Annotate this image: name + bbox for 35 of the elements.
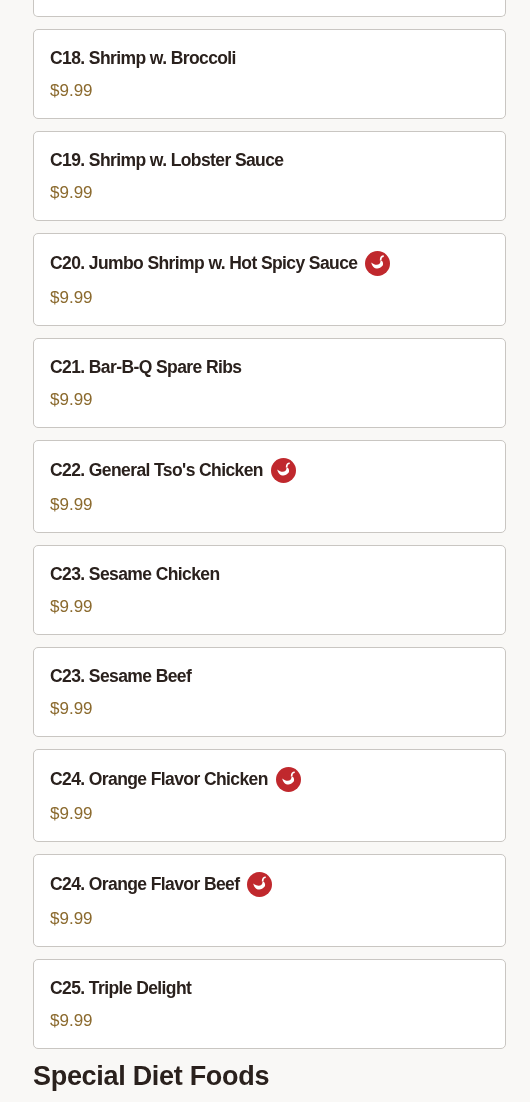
- item-price: $9.99: [50, 803, 94, 825]
- chili-pepper-icon: [365, 251, 391, 276]
- chili-pepper-icon: [270, 458, 296, 483]
- item-price: $9.99: [50, 596, 94, 618]
- menu-item-card[interactable]: C22. General Tso's Chicken $9.99: [33, 440, 506, 533]
- menu-item-card[interactable]: C25. Triple Delight $9.99: [33, 959, 506, 1049]
- item-price: $9.99: [50, 80, 94, 102]
- menu-item-card[interactable]: C18. Shrimp w. Broccoli $9.99: [33, 29, 506, 119]
- item-name: C19. Shrimp w. Lobster Sauce: [50, 149, 284, 171]
- menu-item-card[interactable]: C23. Sesame Beef $9.99: [33, 647, 506, 737]
- item-price: $9.99: [50, 908, 94, 930]
- item-name: C24. Orange Flavor Chicken: [50, 769, 268, 790]
- menu-item-card[interactable]: C21. Bar-B-Q Spare Ribs $9.99: [33, 338, 506, 428]
- item-price: $9.99: [50, 182, 94, 204]
- section-heading: Special Diet Foods: [33, 1061, 271, 1091]
- item-price: $9.99: [50, 1010, 94, 1032]
- item-name: C22. General Tso's Chicken: [50, 460, 263, 481]
- menu-item-card[interactable]: C20. Jumbo Shrimp w. Hot Spicy Sauce $9.99: [33, 233, 506, 326]
- menu-item-card[interactable]: C24. Orange Flavor Beef $9.99: [33, 854, 506, 947]
- item-price: $9.99: [50, 494, 94, 516]
- item-name: C24. Orange Flavor Beef: [50, 874, 240, 895]
- menu-item-card[interactable]: C23. Sesame Chicken $9.99: [33, 545, 506, 635]
- item-name: C21. Bar-B-Q Spare Ribs: [50, 356, 242, 378]
- chili-pepper-icon: [247, 872, 273, 897]
- item-price: $9.99: [50, 389, 94, 411]
- item-name: C23. Sesame Beef: [50, 665, 192, 687]
- item-name: C25. Triple Delight: [50, 977, 192, 999]
- item-price: $9.99: [50, 698, 94, 720]
- item-name: C23. Sesame Chicken: [50, 563, 220, 585]
- menu-item-card[interactable]: C24. Orange Flavor Chicken $9.99: [33, 749, 506, 842]
- menu-item-card[interactable]: C19. Shrimp w. Lobster Sauce $9.99: [33, 131, 506, 221]
- item-price: $9.99: [50, 287, 94, 309]
- chili-pepper-icon: [275, 767, 301, 792]
- item-name: C20. Jumbo Shrimp w. Hot Spicy Sauce: [50, 253, 358, 274]
- item-name: C18. Shrimp w. Broccoli: [50, 47, 236, 69]
